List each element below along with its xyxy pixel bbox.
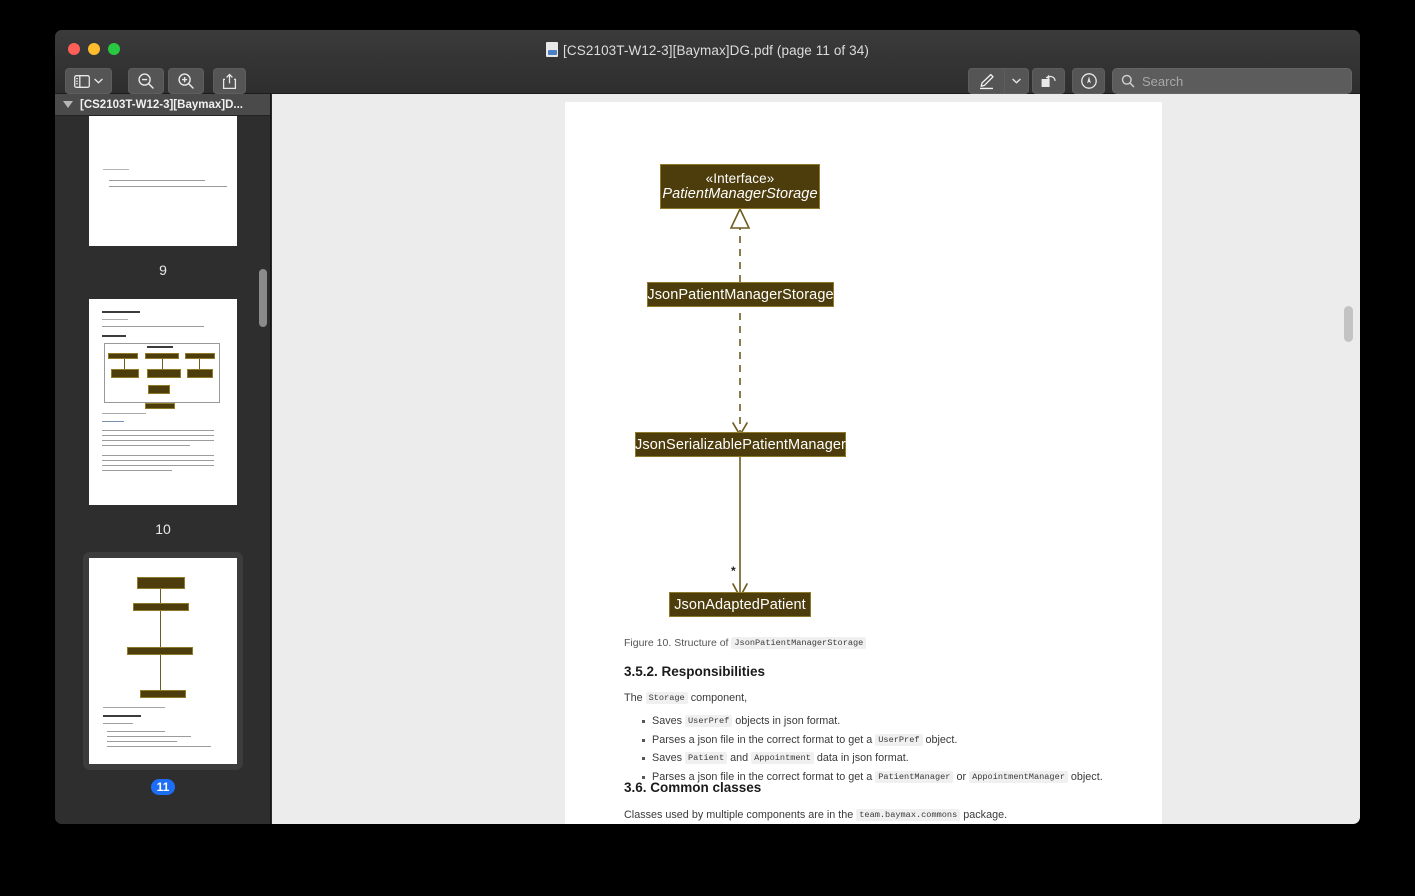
uml-stereotype: «Interface»: [705, 171, 775, 186]
share-button[interactable]: [213, 68, 246, 94]
uml-node-json-serializable-patient-manager: JsonSerializablePatientManager: [635, 432, 846, 457]
sidebar-document-title: [CS2103T-W12-3][Baymax]D...: [80, 98, 243, 111]
figure-caption-code: JsonPatientManagerStorage: [731, 637, 867, 649]
thumbnail-item-9[interactable]: 9: [55, 116, 270, 293]
search-field[interactable]: [1112, 68, 1352, 94]
uml-multiplicity-label: *: [731, 564, 736, 578]
pdf-viewer-window: [CS2103T-W12-3][Baymax]DG.pdf (page 11 o…: [55, 30, 1360, 824]
uml-class-name: JsonPatientManagerStorage: [647, 286, 834, 303]
figure-caption-text: Figure 10. Structure of: [624, 637, 732, 649]
uml-class-name: JsonAdaptedPatient: [674, 596, 806, 613]
list-item: Saves Patient and Appointment data in js…: [640, 752, 1140, 764]
thumbnail-frame[interactable]: [83, 116, 243, 252]
title-bar: [CS2103T-W12-3][Baymax]DG.pdf (page 11 o…: [55, 30, 1360, 94]
figure-caption: Figure 10. Structure of JsonPatientManag…: [624, 637, 867, 649]
closing-code: team.baymax.commons: [856, 809, 961, 821]
bullet-code: PatientManager: [875, 770, 954, 783]
bullet-code: AppointmentManager: [969, 770, 1068, 783]
window-title-text: [CS2103T-W12-3][Baymax]DG.pdf (page 11 o…: [563, 43, 869, 58]
intro-prefix: The: [624, 692, 646, 704]
section-heading-36: 3.6. Common classes: [624, 780, 762, 795]
thumbnail-page-number-selected: 11: [150, 779, 176, 795]
bullet-text: Saves: [652, 752, 686, 764]
thumbnail-item-10[interactable]: 10: [55, 293, 270, 552]
search-input[interactable]: [1135, 73, 1351, 89]
thumbnail-page-number: 9: [159, 262, 167, 278]
rotate-icon: [1040, 73, 1057, 89]
magnifier-plus-icon: [177, 72, 195, 90]
markup-button[interactable]: [968, 68, 1004, 94]
thumbnail-frame-selected[interactable]: [83, 552, 243, 770]
diagram-connectors: [729, 207, 751, 599]
thumbnail-page-preview: [89, 299, 237, 505]
bullet-text: Parses a json file in the correct format…: [652, 733, 876, 746]
list-item: Saves UserPref objects in json format.: [640, 715, 1140, 727]
thumbnail-page-number: 10: [155, 521, 171, 537]
window-title: [CS2103T-W12-3][Baymax]DG.pdf (page 11 o…: [55, 42, 1360, 58]
common-classes-paragraph: Classes used by multiple components are …: [624, 809, 1007, 821]
bullet-text: object.: [922, 733, 958, 746]
uml-node-json-adapted-patient: JsonAdaptedPatient: [669, 592, 811, 617]
annotate-circle-icon: [1080, 72, 1098, 90]
sidebar-toggle-button[interactable]: [65, 68, 112, 94]
thumbnail-page-preview: [89, 558, 237, 764]
bullet-code: Appointment: [751, 752, 814, 764]
bullet-text: and: [727, 752, 752, 764]
bullet-code: UserPref: [685, 715, 733, 727]
uml-class-diagram: «Interface» PatientManagerStorage JsonPa…: [565, 102, 1162, 642]
bullet-text: object.: [1067, 770, 1103, 783]
intro-code: Storage: [645, 692, 688, 704]
intro-suffix: component,: [687, 692, 748, 704]
zoom-out-button[interactable]: [128, 68, 164, 94]
uml-node-json-patient-manager-storage: JsonPatientManagerStorage: [647, 282, 834, 307]
magnifier-minus-icon: [137, 72, 155, 90]
zoom-in-button[interactable]: [168, 68, 204, 94]
bullet-code: Patient: [685, 752, 728, 764]
document-scrollbar[interactable]: [1344, 306, 1353, 342]
rotate-left-button[interactable]: [1032, 68, 1065, 94]
uml-class-name: JsonSerializablePatientManager: [635, 436, 846, 453]
chevron-down-icon: [1012, 78, 1021, 84]
closing-suffix: package.: [960, 809, 1008, 821]
thumbnail-page-preview: [89, 116, 237, 246]
sidebar-header[interactable]: [CS2103T-W12-3][Baymax]D...: [55, 94, 270, 116]
list-item: Parses a json file in the correct format…: [640, 733, 1140, 746]
document-view[interactable]: «Interface» PatientManagerStorage JsonPa…: [272, 94, 1360, 824]
thumbnail-frame[interactable]: [83, 293, 243, 511]
thumbnail-sidebar: [CS2103T-W12-3][Baymax]D... 9 10 11: [55, 94, 271, 824]
pen-marker-icon: [978, 73, 995, 90]
uml-class-name: PatientManagerStorage: [662, 186, 818, 202]
pdf-document-icon: [546, 42, 559, 57]
storage-intro-paragraph: The Storage component,: [624, 692, 747, 704]
bullet-code: UserPref: [875, 733, 923, 746]
closing-prefix: Classes used by multiple components are …: [624, 809, 857, 821]
responsibilities-list: Saves UserPref objects in json format. P…: [640, 715, 1140, 789]
markup-options-button[interactable]: [1004, 68, 1029, 94]
search-icon: [1121, 74, 1135, 88]
bullet-text: objects in json format.: [732, 715, 841, 727]
uml-node-interface: «Interface» PatientManagerStorage: [660, 164, 820, 209]
section-heading-352: 3.5.2. Responsibilities: [624, 664, 766, 679]
chevron-down-icon: [94, 78, 103, 84]
thumbnail-item-11[interactable]: 11: [55, 552, 270, 809]
sidebar-scrollbar[interactable]: [259, 269, 267, 327]
bullet-text: or: [953, 770, 970, 783]
disclosure-triangle-icon[interactable]: [63, 101, 73, 108]
annotate-button[interactable]: [1072, 68, 1105, 94]
pdf-page: «Interface» PatientManagerStorage JsonPa…: [565, 102, 1162, 824]
bullet-text: data in json format.: [813, 752, 909, 764]
bullet-text: Saves: [652, 715, 686, 727]
window-body: [CS2103T-W12-3][Baymax]D... 9 10 11 «Int…: [55, 94, 1360, 824]
sidebar-panel-icon: [74, 74, 90, 88]
share-icon: [222, 73, 237, 90]
thumbnail-list[interactable]: 9 10 11: [55, 116, 270, 824]
